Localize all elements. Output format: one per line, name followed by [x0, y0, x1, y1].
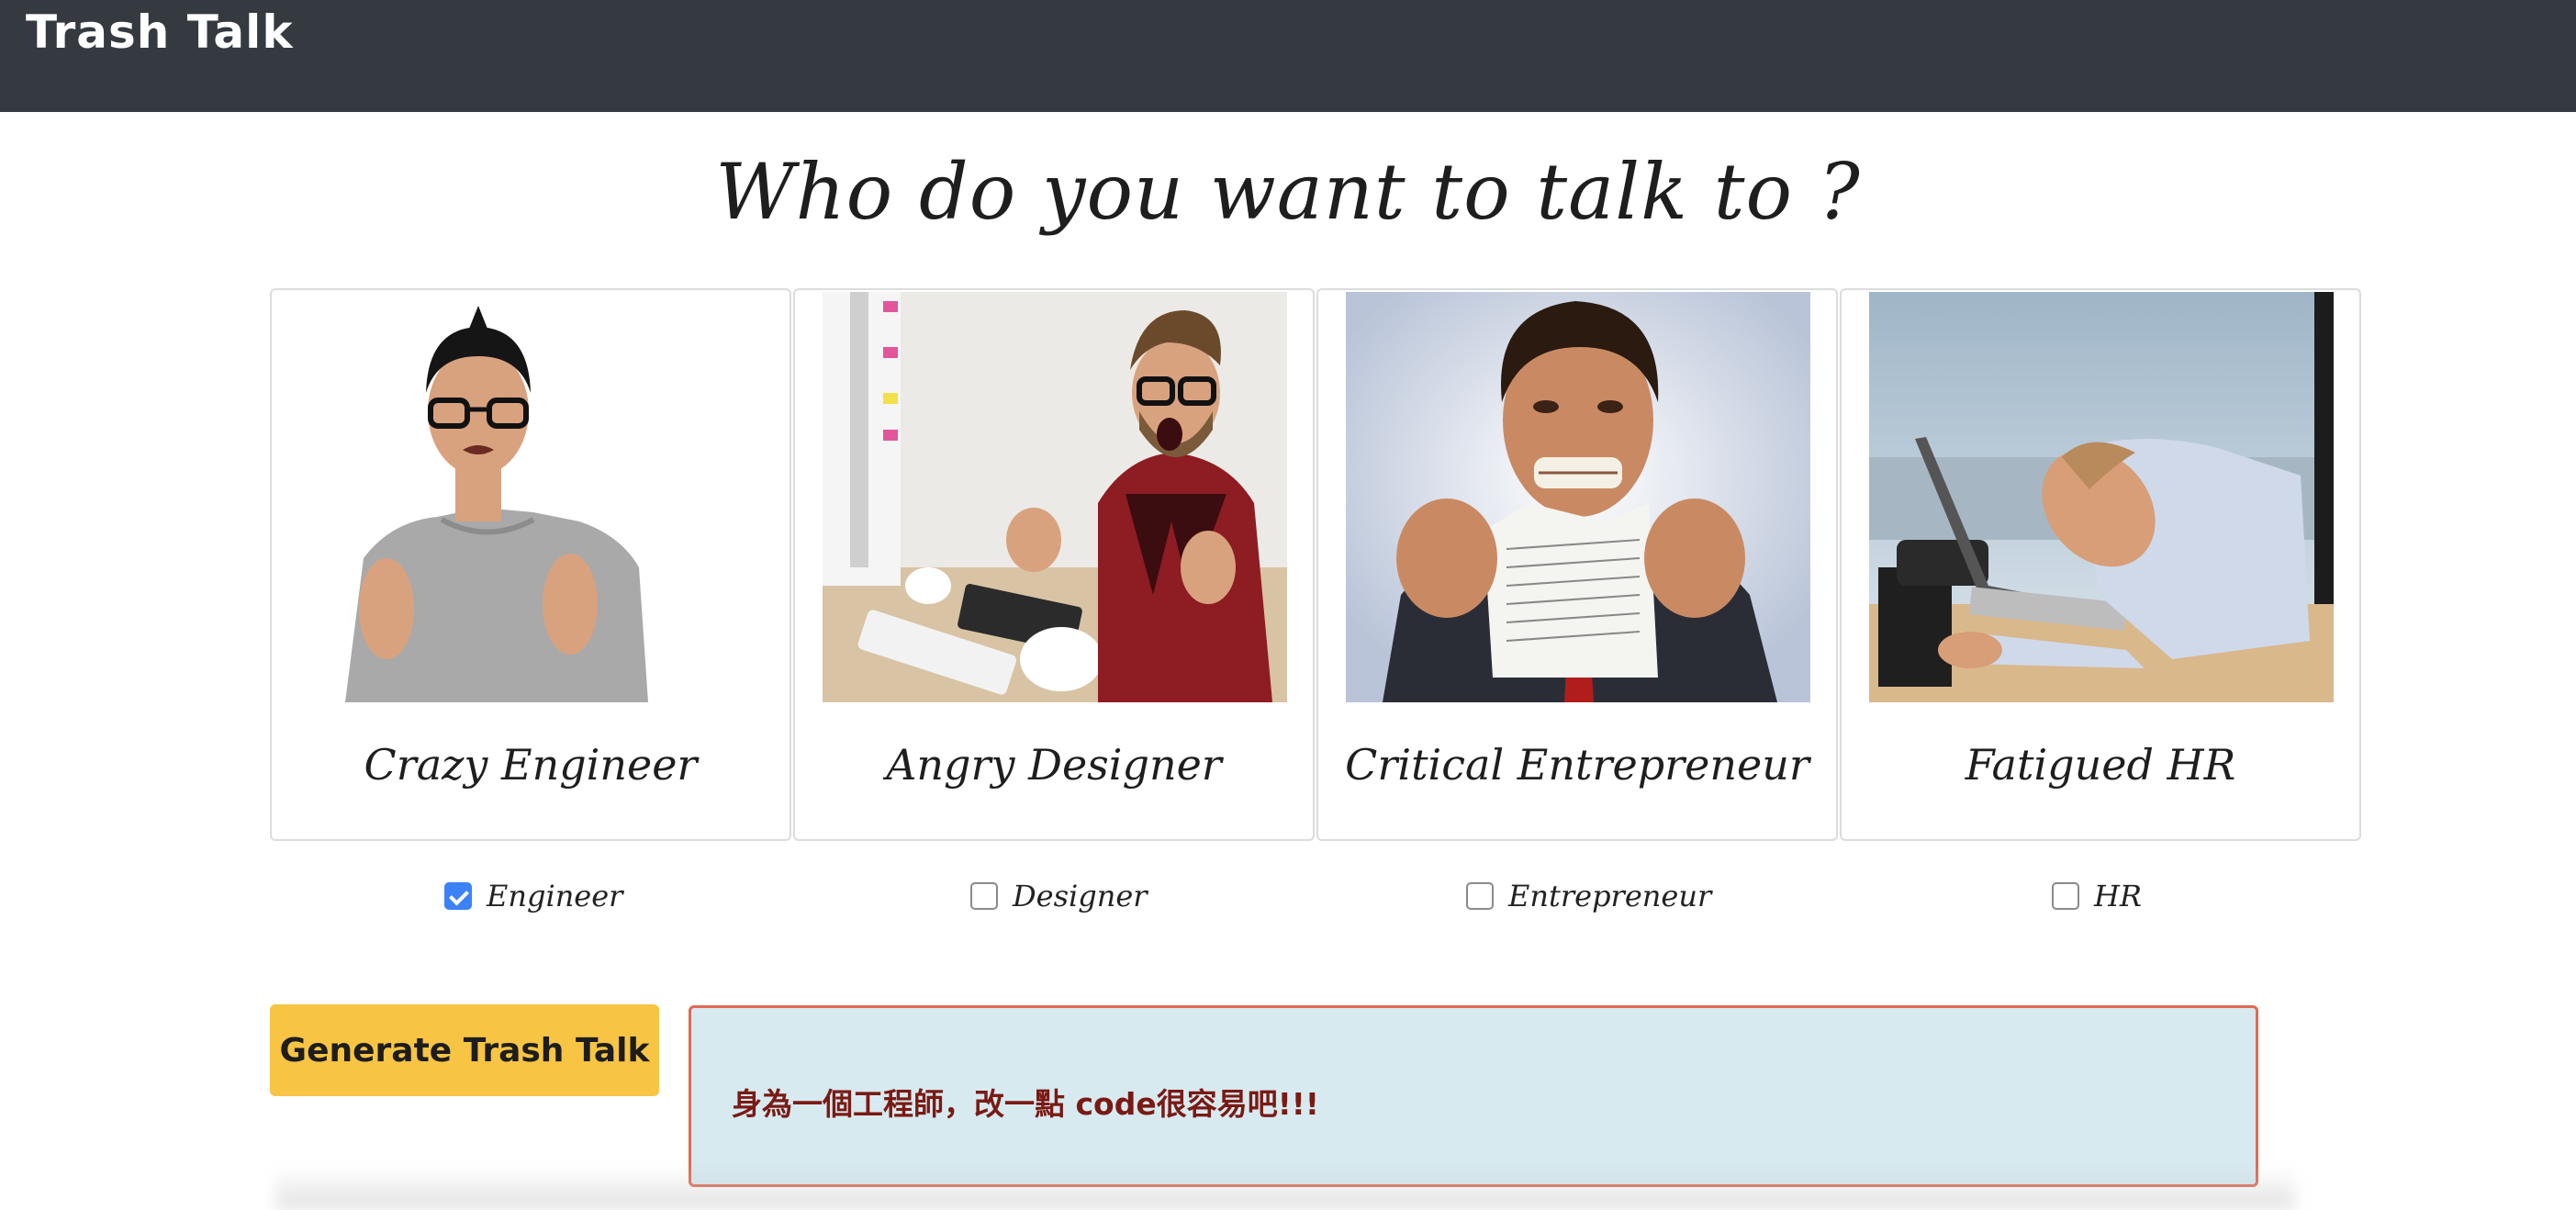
trash-talk-result-text: 身為一個工程師，改一點 code很容易吧!!!: [732, 1086, 1319, 1122]
card-engineer[interactable]: Crazy Engineer: [270, 288, 791, 841]
designer-photo: [823, 292, 1287, 702]
navbar: Trash Talk: [0, 0, 2576, 112]
card-title-engineer: Crazy Engineer: [364, 740, 698, 790]
checkbox-engineer-label: Engineer: [487, 879, 623, 913]
checkbox-hr[interactable]: HR: [2052, 878, 2142, 914]
checkbox-hr-label: HR: [2094, 879, 2142, 913]
card-designer[interactable]: Angry Designer: [793, 288, 1315, 841]
checkbox-designer[interactable]: Designer: [970, 878, 1148, 914]
checkbox-designer-box[interactable]: [970, 882, 998, 910]
checkbox-engineer-box[interactable]: [444, 882, 472, 910]
checkbox-entrepreneur[interactable]: Entrepreneur: [1466, 878, 1711, 914]
trash-talk-result-box: 身為一個工程師，改一點 code很容易吧!!!: [689, 1005, 2258, 1187]
card-title-designer: Angry Designer: [886, 740, 1222, 790]
generate-trash-talk-button[interactable]: Generate Trash Talk: [270, 1004, 659, 1096]
page-heading: Who do you want to talk to ?: [715, 147, 1861, 237]
hr-photo: [1869, 292, 2334, 702]
engineer-photo: [299, 292, 764, 702]
card-title-entrepreneur: Critical Entrepreneur: [1345, 740, 1809, 790]
card-entrepreneur[interactable]: Critical Entrepreneur: [1316, 288, 1838, 841]
brand-title[interactable]: Trash Talk: [26, 6, 294, 59]
checkbox-entrepreneur-label: Entrepreneur: [1508, 879, 1712, 913]
card-title-hr: Fatigued HR: [1965, 740, 2236, 790]
checkbox-designer-label: Designer: [1013, 879, 1148, 913]
bottom-shadow: [275, 1168, 2295, 1210]
checkbox-entrepreneur-box[interactable]: [1466, 882, 1494, 910]
entrepreneur-photo: [1346, 292, 1810, 702]
checkbox-engineer[interactable]: Engineer: [444, 878, 622, 914]
checkbox-hr-box[interactable]: [2052, 882, 2079, 910]
card-hr[interactable]: Fatigued HR: [1840, 288, 2361, 841]
